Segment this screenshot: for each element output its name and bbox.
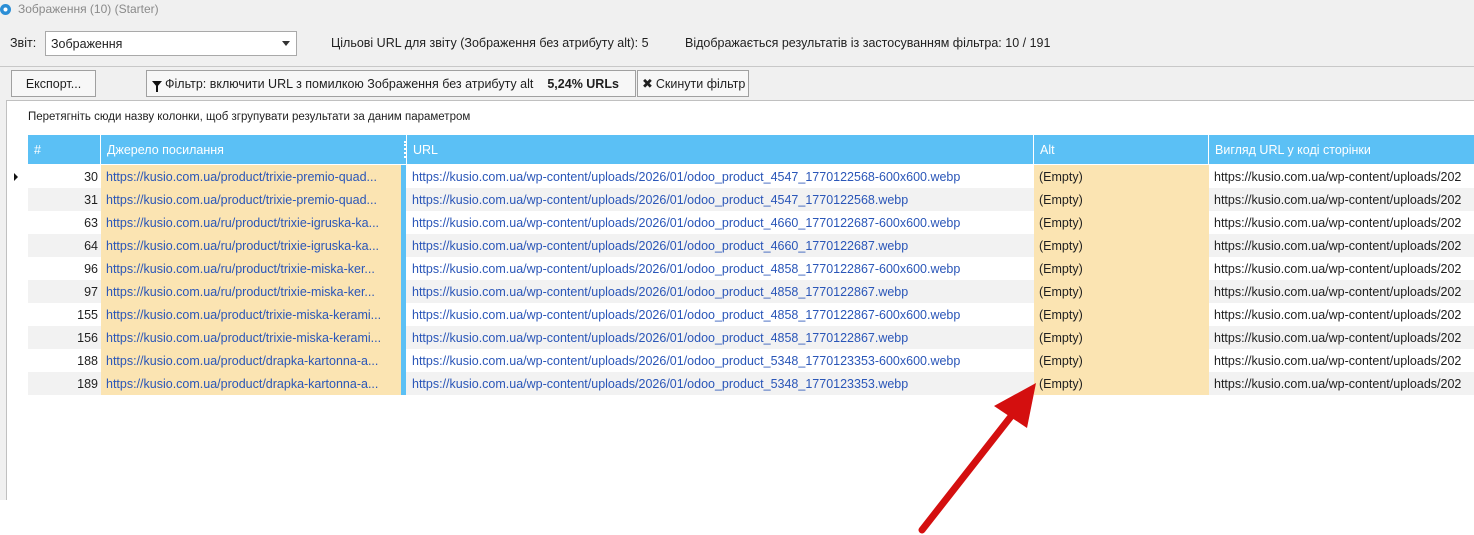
table-row[interactable]: 30 https://kusio.com.ua/product/trixie-pr…: [28, 165, 1474, 188]
row-number: 96: [84, 261, 98, 276]
divider: [0, 66, 1474, 67]
url-view-value: https://kusio.com.ua/wp-content/uploads/…: [1214, 169, 1462, 184]
url-view-value: https://kusio.com.ua/wp-content/uploads/…: [1214, 376, 1462, 391]
alt-value: (Empty): [1034, 257, 1209, 280]
table-row[interactable]: 64 https://kusio.com.ua/ru/product/trixie…: [28, 234, 1474, 257]
chevron-down-icon: [282, 41, 290, 46]
column-header-source[interactable]: Джерело посилання: [101, 135, 407, 164]
table-row[interactable]: 156 https://kusio.com.ua/product/trixie-m…: [28, 326, 1474, 349]
table-row[interactable]: 31 https://kusio.com.ua/product/trixie-pr…: [28, 188, 1474, 211]
alt-value: (Empty): [1034, 349, 1209, 372]
column-header-alt[interactable]: Alt: [1034, 135, 1209, 164]
column-resize-grip[interactable]: [404, 141, 406, 158]
source-link[interactable]: https://kusio.com.ua/ru/product/trixie-m…: [101, 257, 401, 280]
url-view-value: https://kusio.com.ua/wp-content/uploads/…: [1214, 215, 1462, 230]
funnel-icon: [152, 80, 162, 92]
table-row[interactable]: 97 https://kusio.com.ua/ru/product/trixie…: [28, 280, 1474, 303]
source-link[interactable]: https://kusio.com.ua/product/trixie-misk…: [101, 326, 401, 349]
grid-header: # Джерело посилання URL Alt Вигляд URL у…: [28, 135, 1474, 164]
source-link[interactable]: https://kusio.com.ua/product/trixie-misk…: [101, 303, 401, 326]
column-header-number[interactable]: #: [28, 135, 101, 164]
source-link[interactable]: https://kusio.com.ua/product/trixie-prem…: [101, 165, 401, 188]
source-link[interactable]: https://kusio.com.ua/product/trixie-prem…: [101, 188, 401, 211]
table-row[interactable]: 155 https://kusio.com.ua/product/trixie-m…: [28, 303, 1474, 326]
image-url-link[interactable]: https://kusio.com.ua/wp-content/uploads/…: [407, 372, 1034, 395]
url-view-value: https://kusio.com.ua/wp-content/uploads/…: [1214, 192, 1462, 207]
source-link[interactable]: https://kusio.com.ua/ru/product/trixie-i…: [101, 234, 401, 257]
image-url-link[interactable]: https://kusio.com.ua/wp-content/uploads/…: [407, 349, 1034, 372]
row-number: 97: [84, 284, 98, 299]
row-number: 63: [84, 215, 98, 230]
report-select[interactable]: Зображення: [45, 31, 297, 56]
url-view-value: https://kusio.com.ua/wp-content/uploads/…: [1214, 261, 1462, 276]
report-bar: Звіт: Зображення Цільові URL для звіту (…: [0, 28, 1474, 58]
source-link[interactable]: https://kusio.com.ua/ru/product/trixie-i…: [101, 211, 401, 234]
row-number: 155: [77, 307, 98, 322]
column-header-url[interactable]: URL: [407, 135, 1034, 164]
filter-button[interactable]: Фільтр: включити URL з помилкою Зображен…: [146, 70, 636, 97]
image-url-link[interactable]: https://kusio.com.ua/wp-content/uploads/…: [407, 303, 1034, 326]
source-link[interactable]: https://kusio.com.ua/ru/product/trixie-m…: [101, 280, 401, 303]
filter-label: Фільтр: включити URL з помилкою Зображен…: [165, 76, 534, 91]
shown-results-count: Відображається результатів із застосуван…: [685, 36, 1051, 50]
reset-filter-label: Скинути фільтр: [655, 76, 746, 91]
image-url-link[interactable]: https://kusio.com.ua/wp-content/uploads/…: [407, 211, 1034, 234]
alt-value: (Empty): [1034, 234, 1209, 257]
row-number: 30: [84, 169, 98, 184]
source-link[interactable]: https://kusio.com.ua/product/drapka-kart…: [101, 349, 401, 372]
source-column-divider: [401, 165, 406, 395]
url-view-value: https://kusio.com.ua/wp-content/uploads/…: [1214, 330, 1462, 345]
group-by-hint[interactable]: Перетягніть сюди назву колонки, щоб згру…: [28, 111, 470, 123]
reset-filter-button[interactable]: ✖ Скинути фільтр: [637, 70, 749, 97]
image-url-link[interactable]: https://kusio.com.ua/wp-content/uploads/…: [407, 326, 1034, 349]
image-url-link[interactable]: https://kusio.com.ua/wp-content/uploads/…: [407, 165, 1034, 188]
table-row[interactable]: 188 https://kusio.com.ua/product/drapka-k…: [28, 349, 1474, 372]
row-number: 64: [84, 238, 98, 253]
alt-value: (Empty): [1034, 303, 1209, 326]
export-button[interactable]: Експорт...: [11, 70, 96, 97]
column-header-url-view[interactable]: Вигляд URL у коді сторінки: [1209, 135, 1474, 164]
target-url-count: Цільові URL для звіту (Зображення без ат…: [331, 36, 649, 50]
alt-value: (Empty): [1034, 280, 1209, 303]
alt-value: (Empty): [1034, 211, 1209, 234]
report-select-value: Зображення: [51, 36, 123, 51]
url-view-value: https://kusio.com.ua/wp-content/uploads/…: [1214, 307, 1462, 322]
row-number: 189: [77, 376, 98, 391]
current-row-indicator-icon: [14, 173, 18, 181]
app-logo-icon: [0, 3, 11, 15]
url-view-value: https://kusio.com.ua/wp-content/uploads/…: [1214, 238, 1462, 253]
alt-value: (Empty): [1034, 188, 1209, 211]
window-title: Зображення (10) (Starter): [18, 2, 159, 16]
url-view-value: https://kusio.com.ua/wp-content/uploads/…: [1214, 353, 1462, 368]
row-number: 156: [77, 330, 98, 345]
table-row[interactable]: 189 https://kusio.com.ua/product/drapka-k…: [28, 372, 1474, 395]
image-url-link[interactable]: https://kusio.com.ua/wp-content/uploads/…: [407, 188, 1034, 211]
report-label: Звіт:: [10, 36, 37, 50]
alt-value: (Empty): [1034, 165, 1209, 188]
alt-value: (Empty): [1034, 372, 1209, 395]
alt-value: (Empty): [1034, 326, 1209, 349]
table-row[interactable]: 96 https://kusio.com.ua/ru/product/trixie…: [28, 257, 1474, 280]
image-url-link[interactable]: https://kusio.com.ua/wp-content/uploads/…: [407, 257, 1034, 280]
table-row[interactable]: 63 https://kusio.com.ua/ru/product/trixie…: [28, 211, 1474, 234]
title-bar: Зображення (10) (Starter): [0, 0, 1474, 18]
image-url-link[interactable]: https://kusio.com.ua/wp-content/uploads/…: [407, 280, 1034, 303]
url-view-value: https://kusio.com.ua/wp-content/uploads/…: [1214, 284, 1462, 299]
row-number: 188: [77, 353, 98, 368]
close-icon: ✖: [642, 75, 653, 91]
source-link[interactable]: https://kusio.com.ua/product/drapka-kart…: [101, 372, 401, 395]
toolbar: Експорт... Фільтр: включити URL з помилк…: [0, 70, 1474, 98]
row-number: 31: [84, 192, 98, 207]
filter-percent: 5,24% URLs: [547, 76, 619, 91]
image-url-link[interactable]: https://kusio.com.ua/wp-content/uploads/…: [407, 234, 1034, 257]
